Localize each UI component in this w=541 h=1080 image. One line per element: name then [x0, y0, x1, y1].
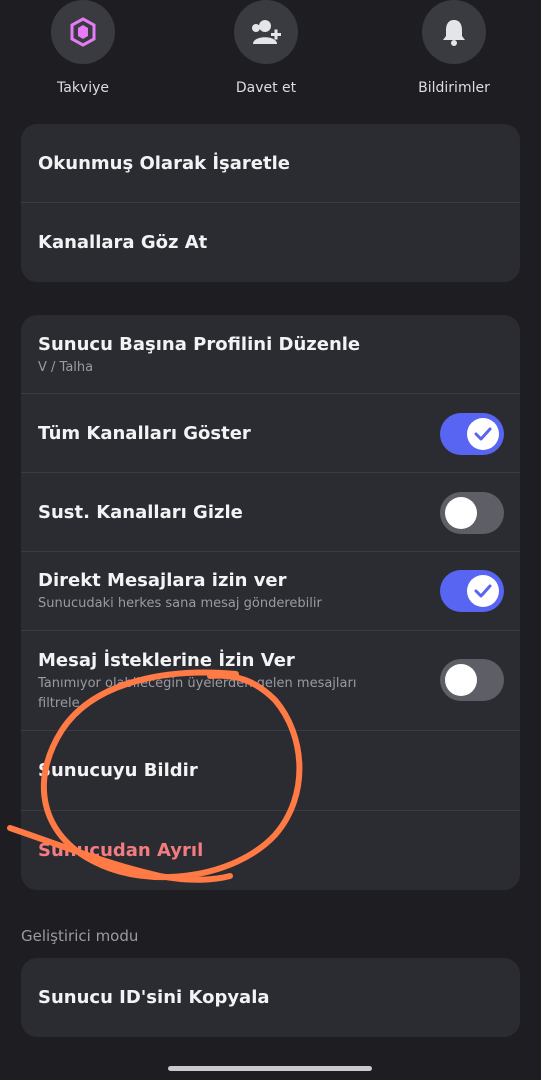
boost-label: Takviye [57, 80, 109, 96]
quick-actions: Takviye Davet et Bildirimler [0, 0, 541, 110]
toggle-knob [445, 664, 477, 696]
mark-as-read-row[interactable]: Okunmuş Olarak İşaretle [21, 124, 520, 203]
mark-as-read-label: Okunmuş Olarak İşaretle [38, 153, 290, 174]
hide-muted-channels-toggle[interactable] [440, 492, 504, 534]
boost-icon [70, 17, 96, 47]
report-server-row[interactable]: Sunucuyu Bildir [21, 731, 520, 811]
message-requests-row[interactable]: Mesaj İsteklerine İzin Ver Tanımıyor ola… [21, 631, 520, 731]
developer-mode-section-label: Geliştirici modu [21, 927, 139, 945]
allow-dms-label: Direkt Mesajlara izin ver [38, 570, 287, 591]
notifications-label: Bildirimler [418, 80, 490, 96]
edit-server-profile-subtitle: V / Talha [38, 360, 94, 375]
message-requests-label: Mesaj İsteklerine İzin Ver [38, 650, 295, 671]
boost-icon-circle [51, 0, 115, 64]
home-indicator [168, 1066, 372, 1071]
invite-icon-circle [234, 0, 298, 64]
copy-server-id-row[interactable]: Sunucu ID'sini Kopyala [21, 958, 520, 1037]
server-settings-card: Sunucu Başına Profilini Düzenle V / Talh… [21, 315, 520, 890]
show-all-channels-label: Tüm Kanalları Göster [38, 423, 251, 444]
read-browse-card: Okunmuş Olarak İşaretle Kanallara Göz At [21, 124, 520, 282]
check-icon [474, 427, 492, 441]
report-server-label: Sunucuyu Bildir [38, 760, 198, 781]
toggle-knob [467, 575, 499, 607]
leave-server-row[interactable]: Sunucudan Ayrıl [21, 811, 520, 890]
browse-channels-row[interactable]: Kanallara Göz At [21, 203, 520, 282]
server-options-sheet: Takviye Davet et Bildirimler Okunmuş Ola… [0, 0, 541, 1080]
hide-muted-channels-row[interactable]: Sust. Kanalları Gizle [21, 473, 520, 552]
invite-button[interactable]: Davet et [196, 0, 336, 96]
developer-card: Sunucu ID'sini Kopyala [21, 958, 520, 1037]
browse-channels-label: Kanallara Göz At [38, 232, 208, 253]
invite-label: Davet et [235, 80, 297, 96]
edit-server-profile-label: Sunucu Başına Profilini Düzenle [38, 334, 361, 355]
allow-dms-subtitle: Sunucudaki herkes sana mesaj gönderebili… [38, 596, 322, 611]
invite-user-icon [252, 20, 281, 44]
bell-icon-circle [422, 0, 486, 64]
allow-dms-toggle[interactable] [440, 570, 504, 612]
bell-icon [443, 20, 465, 46]
toggle-knob [467, 418, 499, 450]
notifications-button[interactable]: Bildirimler [384, 0, 524, 96]
toggle-knob [445, 497, 477, 529]
copy-server-id-label: Sunucu ID'sini Kopyala [38, 987, 270, 1008]
boost-button[interactable]: Takviye [13, 0, 153, 96]
message-requests-toggle[interactable] [440, 659, 504, 701]
allow-dms-row[interactable]: Direkt Mesajlara izin ver Sunucudaki her… [21, 552, 520, 631]
message-requests-subtitle: Tanımıyor olabileceğin üyelerden gelen m… [38, 676, 357, 711]
check-icon [474, 584, 492, 598]
leave-server-label: Sunucudan Ayrıl [38, 840, 204, 861]
show-all-channels-toggle[interactable] [440, 413, 504, 455]
edit-server-profile-row[interactable]: Sunucu Başına Profilini Düzenle V / Talh… [21, 315, 520, 394]
show-all-channels-row[interactable]: Tüm Kanalları Göster [21, 394, 520, 473]
hide-muted-channels-label: Sust. Kanalları Gizle [38, 502, 243, 523]
